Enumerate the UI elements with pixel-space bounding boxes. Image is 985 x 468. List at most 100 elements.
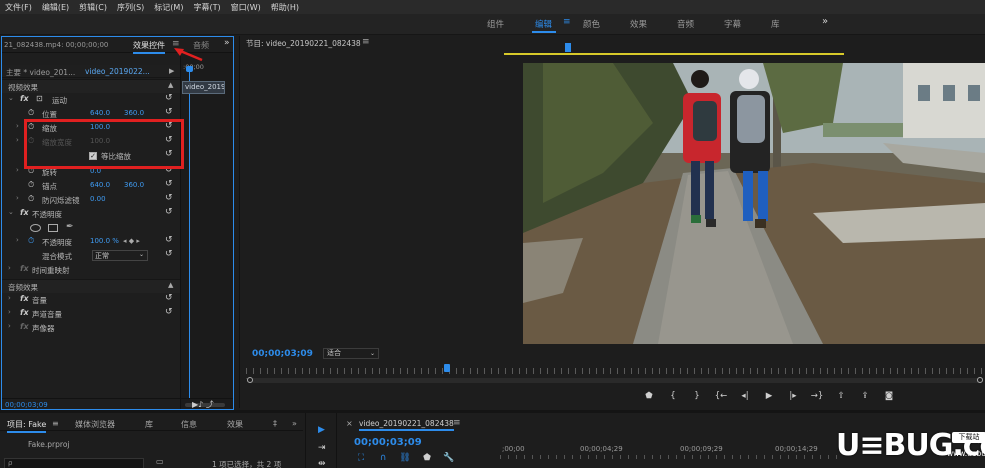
project-file-name[interactable]: Fake.prproj <box>28 440 70 449</box>
settings-wrench-icon[interactable]: 🔧 <box>442 453 456 463</box>
property-opacity[interactable]: › ⏱ 不透明度 100.0 % ◂ ◆ ▸ ↺ <box>2 235 180 249</box>
panel-menu-icon[interactable]: ≡ <box>52 419 59 428</box>
menu-help[interactable]: 帮助(H) <box>266 2 304 13</box>
timeline-ruler[interactable]: ;00;00 00;00;04;29 00;00;09;29 00;00;14;… <box>500 445 843 468</box>
reset-icon[interactable]: ↺ <box>165 293 173 303</box>
menu-sequence[interactable]: 序列(S) <box>112 2 149 13</box>
stopwatch-active-icon[interactable]: ⏱ <box>28 236 34 246</box>
workspace-tab-color[interactable]: 颜色 <box>583 18 600 30</box>
twirl-closed-icon[interactable]: › <box>8 264 11 272</box>
reset-icon[interactable]: ↺ <box>165 249 173 259</box>
in-point-icon[interactable]: { <box>664 391 682 401</box>
play-icon[interactable]: ▶ <box>169 67 174 75</box>
tab-overflow[interactable]: ‡ <box>273 419 277 428</box>
workspace-tab-libraries[interactable]: 库 <box>771 18 780 30</box>
stopwatch-icon[interactable]: ⏱ <box>28 108 34 118</box>
out-point-icon[interactable]: } <box>688 391 706 401</box>
tab-effect-controls[interactable]: 效果控件 <box>133 40 165 54</box>
twirl-closed-icon[interactable]: › <box>16 166 19 174</box>
anti-flicker-value[interactable]: 0.00 <box>90 195 106 203</box>
twirl-closed-icon[interactable]: › <box>16 136 19 144</box>
current-time-display[interactable]: 00;00;03;09 <box>5 401 48 409</box>
go-to-out-icon[interactable]: →} <box>808 391 826 401</box>
effect-controls-timeline[interactable]: :00;00 video_2019 <box>180 53 233 409</box>
nest-sequence-icon[interactable]: ⛶ <box>354 453 368 463</box>
collapse-caret-icon[interactable]: ▲ <box>168 81 173 89</box>
fx-badge-icon[interactable]: fx <box>20 208 29 217</box>
play-icon[interactable]: ▶ <box>760 391 778 401</box>
panel-menu-icon[interactable]: ≡ <box>453 418 461 428</box>
workspace-more-button[interactable]: » <box>822 16 828 27</box>
master-clip-label[interactable]: 主要 * video_201... <box>6 67 75 78</box>
menu-edit[interactable]: 编辑(E) <box>37 2 74 13</box>
sequence-clip-label[interactable]: video_2019022... <box>85 67 150 76</box>
fx-badge-icon[interactable]: fx <box>20 264 29 273</box>
panel-more-button[interactable]: » <box>292 419 297 428</box>
fx-badge-icon[interactable]: fx <box>20 308 29 317</box>
program-monitor-title[interactable]: 节目: video_20190221_082438 <box>246 38 361 49</box>
workspace-tab-audio[interactable]: 音频 <box>677 18 694 30</box>
fit-select[interactable]: 适合 ⌄ <box>323 348 379 359</box>
position-x-value[interactable]: 640.0 <box>90 109 110 117</box>
ellipse-mask-icon[interactable] <box>30 224 41 232</box>
anchor-x-value[interactable]: 640.0 <box>90 181 110 189</box>
effect-motion[interactable]: ⌄ fx 运动 ⊡ ↺ <box>2 93 180 107</box>
fx-badge-icon[interactable]: fx <box>20 94 29 103</box>
project-search-input[interactable]: ρ <box>4 458 144 468</box>
selection-tool-icon[interactable]: ▶ <box>318 425 325 435</box>
timeline-timecode[interactable]: 00;00;03;09 <box>354 437 422 448</box>
track-select-tool-icon[interactable]: ⇥ <box>318 443 326 453</box>
extract-icon[interactable]: ⇪ <box>856 391 874 401</box>
twirl-closed-icon[interactable]: › <box>16 194 19 202</box>
menu-file[interactable]: 文件(F) <box>0 2 37 13</box>
reset-icon[interactable]: ↺ <box>165 93 173 103</box>
playhead-line[interactable] <box>189 69 190 399</box>
filter-export-icons[interactable]: ▶♪ ⤴ <box>192 399 214 409</box>
stopwatch-icon[interactable]: ⏱ <box>28 194 34 204</box>
twirl-open-icon[interactable]: ⌄ <box>8 94 14 102</box>
collapse-caret-icon[interactable]: ▲ <box>168 281 173 289</box>
menu-window[interactable]: 窗口(W) <box>226 2 266 13</box>
reset-icon[interactable]: ↺ <box>165 107 173 117</box>
menu-title[interactable]: 字幕(T) <box>188 2 225 13</box>
reset-icon[interactable]: ↺ <box>165 179 173 189</box>
stopwatch-icon[interactable]: ⏱ <box>28 180 34 190</box>
twirl-closed-icon[interactable]: › <box>16 236 19 244</box>
step-back-icon[interactable]: ◂| <box>736 391 754 401</box>
property-anchor-point[interactable]: ⏱ 锚点 640.0 360.0 ↺ <box>2 179 180 193</box>
zoom-handle-left[interactable] <box>247 377 253 383</box>
reset-icon[interactable]: ↺ <box>165 235 173 245</box>
folder-icon[interactable]: ▭ <box>156 457 164 466</box>
twirl-open-icon[interactable]: ⌄ <box>8 208 14 216</box>
timeline-playhead[interactable] <box>565 43 571 52</box>
twirl-closed-icon[interactable]: › <box>16 122 19 130</box>
menu-marker[interactable]: 标记(M) <box>149 2 188 13</box>
effect-time-remap[interactable]: › fx 时间重映射 <box>2 263 180 277</box>
program-playhead[interactable] <box>444 364 450 372</box>
work-area-bar[interactable] <box>504 53 844 55</box>
program-zoom-scrollbar[interactable] <box>247 377 983 383</box>
program-video-frame[interactable] <box>523 63 985 344</box>
go-to-in-icon[interactable]: {← <box>712 391 730 401</box>
workspace-tab-assembly[interactable]: 组件 <box>487 18 504 30</box>
tab-project[interactable]: 项目: Fake <box>7 419 47 433</box>
pen-mask-icon[interactable]: ✒ <box>66 222 74 232</box>
fx-badge-icon[interactable]: fx <box>20 322 29 331</box>
position-y-value[interactable]: 360.0 <box>124 109 144 117</box>
menu-clip[interactable]: 剪辑(C) <box>74 2 112 13</box>
workspace-tab-captions[interactable]: 字幕 <box>724 18 741 30</box>
tab-info[interactable]: 信息 <box>181 419 197 430</box>
workspace-menu-icon[interactable]: ≡ <box>563 17 571 27</box>
effect-panner[interactable]: › fx 声像器 <box>2 321 180 335</box>
reset-icon[interactable]: ↺ <box>165 193 173 203</box>
close-icon[interactable]: × <box>346 419 353 428</box>
clip-bar[interactable]: video_2019 <box>182 81 225 94</box>
workspace-tab-editing[interactable]: 编辑 <box>535 18 552 30</box>
keyframe-nav-icon[interactable]: ◂ ◆ ▸ <box>123 237 140 245</box>
tab-effects[interactable]: 效果 <box>227 419 243 430</box>
effect-channel-volume[interactable]: › fx 声道音量 ↺ <box>2 307 180 321</box>
reset-icon[interactable]: ↺ <box>165 207 173 217</box>
snap-magnet-icon[interactable]: ∩ <box>376 453 390 463</box>
marker-icon[interactable]: ⬟ <box>640 391 658 401</box>
anchor-y-value[interactable]: 360.0 <box>124 181 144 189</box>
